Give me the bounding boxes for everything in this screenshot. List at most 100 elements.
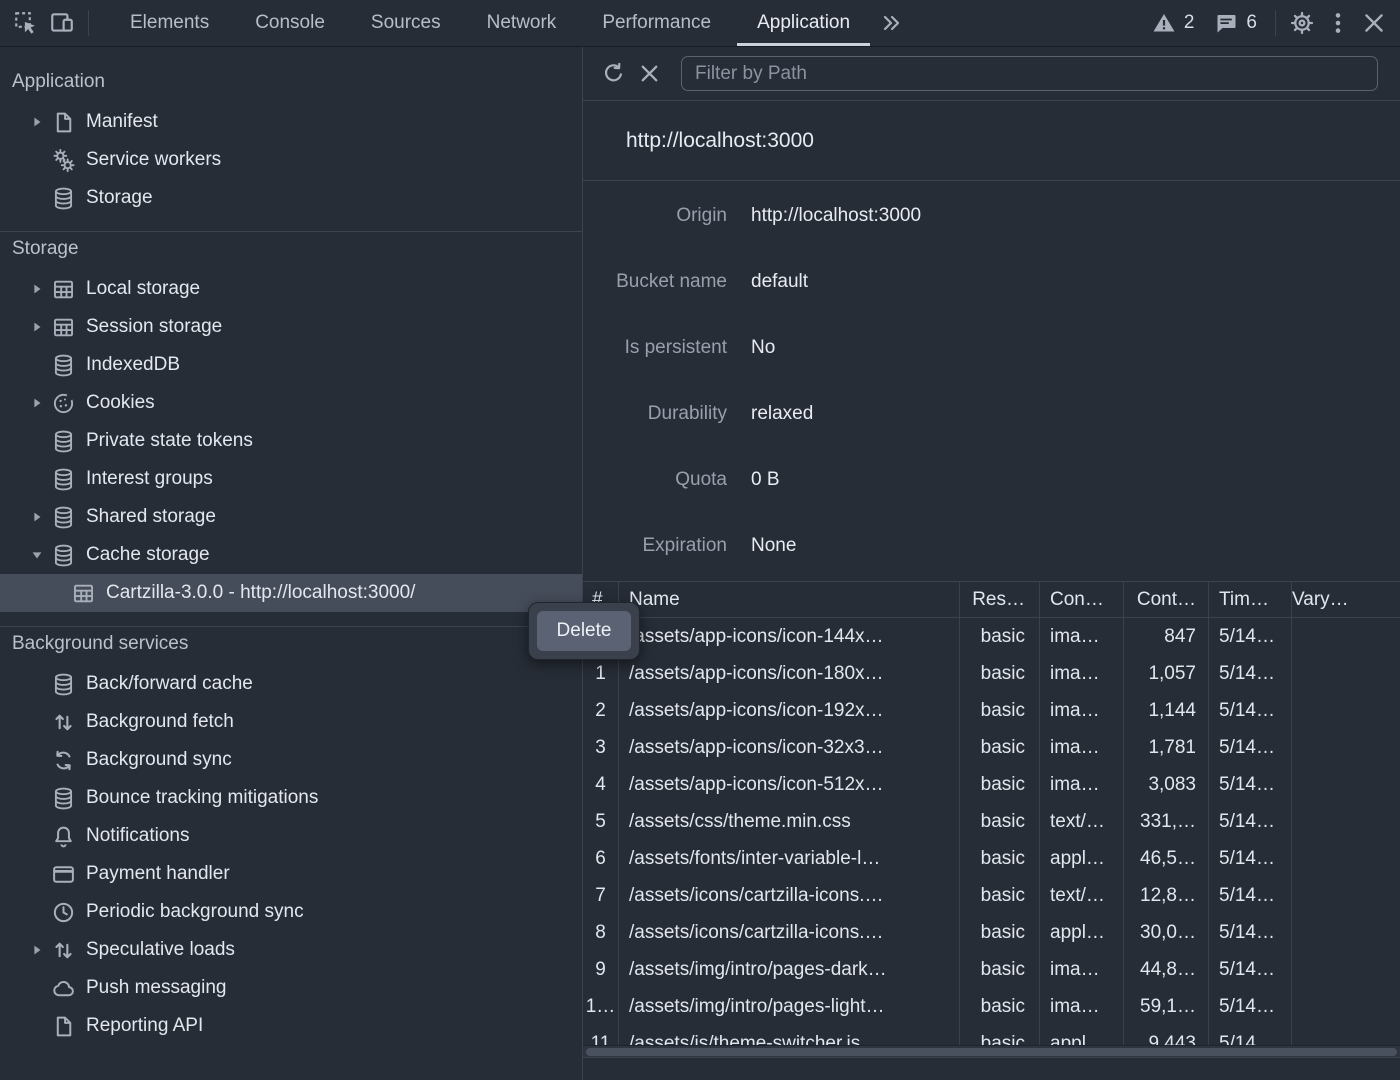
indent-spacer <box>24 422 50 460</box>
table-row[interactable]: 9/assets/img/intro/pages-dark…basicima…4… <box>583 951 1400 988</box>
clear-filter-icon[interactable] <box>631 56 667 92</box>
detail-row-quota: Quota0 B <box>583 447 1400 513</box>
sidebar-item-label: Cartzilla-3.0.0 - http://localhost:3000/ <box>106 582 415 604</box>
more-menu-icon[interactable] <box>1320 5 1356 41</box>
table-row[interactable]: 1/assets/app-icons/icon-180x…basicima…1,… <box>583 655 1400 692</box>
column-header-vary[interactable]: Vary… <box>1292 582 1400 617</box>
messages-badge[interactable]: 6 <box>1204 11 1267 35</box>
sidebar-item-label: Bounce tracking mitigations <box>86 787 318 809</box>
section-title-application: Application <box>0 65 582 103</box>
column-header-res[interactable]: Res… <box>960 582 1040 617</box>
message-count: 6 <box>1246 12 1257 34</box>
sidebar-item-service-workers[interactable]: Service workers <box>0 141 582 179</box>
sidebar-item-manifest[interactable]: Manifest <box>0 103 582 141</box>
close-icon[interactable] <box>1356 5 1392 41</box>
sidebar-item-shared-storage[interactable]: Shared storage <box>0 498 582 536</box>
column-header-tim[interactable]: Tim… <box>1209 582 1292 617</box>
settings-gear-icon[interactable] <box>1284 5 1320 41</box>
cell-res: basic <box>960 951 1040 988</box>
indent-spacer <box>44 574 70 612</box>
refresh-icon[interactable] <box>595 56 631 92</box>
cell-tim: 5/14… <box>1209 803 1292 840</box>
table-row[interactable]: 5/assets/css/theme.min.cssbasictext/…331… <box>583 803 1400 840</box>
chevron-down-icon[interactable] <box>24 536 50 574</box>
tab-console[interactable]: Console <box>232 0 348 46</box>
horizontal-scrollbar[interactable] <box>583 1045 1400 1057</box>
sidebar-item-label: Background fetch <box>86 711 234 733</box>
tab-sources[interactable]: Sources <box>348 0 464 46</box>
sidebar-item-periodic-background-sync[interactable]: Periodic background sync <box>0 893 582 931</box>
more-tabs-icon[interactable] <box>873 5 909 41</box>
sidebar-item-back-forward-cache[interactable]: Back/forward cache <box>0 665 582 703</box>
warnings-badge[interactable]: 2 <box>1142 11 1205 35</box>
tab-application[interactable]: Application <box>734 0 873 46</box>
sidebar-item-private-state-tokens[interactable]: Private state tokens <box>0 422 582 460</box>
table-row[interactable]: 3/assets/app-icons/icon-32x3…basicima…1,… <box>583 729 1400 766</box>
cell-num: 9 <box>583 951 619 988</box>
origin-title: http://localhost:3000 <box>583 101 1400 181</box>
sidebar-item-payment-handler[interactable]: Payment handler <box>0 855 582 893</box>
sidebar-item-bounce-tracking-mitigations[interactable]: Bounce tracking mitigations <box>0 779 582 817</box>
sidebar-item-local-storage[interactable]: Local storage <box>0 270 582 308</box>
sidebar-item-cartzilla-3-0-0-http-localhost-3000[interactable]: Cartzilla-3.0.0 - http://localhost:3000/ <box>0 574 582 612</box>
tab-elements[interactable]: Elements <box>107 0 232 46</box>
cell-res: basic <box>960 729 1040 766</box>
detail-row-bucket-name: Bucket namedefault <box>583 249 1400 315</box>
cell-name: /assets/app-icons/icon-144x… <box>619 618 960 655</box>
sidebar-item-storage[interactable]: Storage <box>0 179 582 217</box>
cell-vary <box>1292 692 1400 729</box>
bell-icon <box>50 823 76 849</box>
chevron-right-icon[interactable] <box>24 498 50 536</box>
context-menu-item-delete[interactable]: Delete <box>537 611 631 651</box>
tab-performance[interactable]: Performance <box>579 0 734 46</box>
sidebar-item-indexeddb[interactable]: IndexedDB <box>0 346 582 384</box>
cell-con: text/… <box>1040 877 1124 914</box>
indent-spacer <box>24 741 50 779</box>
sidebar-item-push-messaging[interactable]: Push messaging <box>0 969 582 1007</box>
sidebar-item-notifications[interactable]: Notifications <box>0 817 582 855</box>
devtools-window: ElementsConsoleSourcesNetworkPerformance… <box>0 0 1400 1080</box>
column-header-cont[interactable]: Cont… <box>1124 582 1209 617</box>
cell-tim: 5/14… <box>1209 988 1292 1025</box>
sidebar-item-reporting-api[interactable]: Reporting API <box>0 1007 582 1045</box>
inspect-element-icon[interactable] <box>8 5 44 41</box>
sidebar-item-cache-storage[interactable]: Cache storage <box>0 536 582 574</box>
table-row[interactable]: 2/assets/app-icons/icon-192x…basicima…1,… <box>583 692 1400 729</box>
detail-row-durability: Durabilityrelaxed <box>583 381 1400 447</box>
tab-network[interactable]: Network <box>464 0 580 46</box>
table-row[interactable]: 4/assets/app-icons/icon-512x…basicima…3,… <box>583 766 1400 803</box>
cell-tim: 5/14… <box>1209 766 1292 803</box>
device-toolbar-icon[interactable] <box>44 5 80 41</box>
sidebar-item-label: Cookies <box>86 392 155 414</box>
table-row[interactable]: 0/assets/app-icons/icon-144x…basicima…84… <box>583 618 1400 655</box>
chevron-right-icon[interactable] <box>24 270 50 308</box>
cell-con: appl… <box>1040 1025 1124 1045</box>
table-row[interactable]: 11/assets/js/theme-switcher.jsbasicappl…… <box>583 1025 1400 1045</box>
sidebar-item-session-storage[interactable]: Session storage <box>0 308 582 346</box>
indent-spacer <box>24 179 50 217</box>
table-row[interactable]: 7/assets/icons/cartzilla-icons.…basictex… <box>583 877 1400 914</box>
detail-value: relaxed <box>751 403 1400 425</box>
cell-tim: 5/14… <box>1209 840 1292 877</box>
chevron-right-icon[interactable] <box>24 103 50 141</box>
cell-num: 3 <box>583 729 619 766</box>
chevron-right-icon[interactable] <box>24 384 50 422</box>
sidebar-item-cookies[interactable]: Cookies <box>0 384 582 422</box>
sidebar-section-background-services: Background servicesBack/forward cacheBac… <box>0 627 582 1045</box>
filter-by-path-input[interactable] <box>681 56 1378 91</box>
column-header-con[interactable]: Con… <box>1040 582 1124 617</box>
table-row[interactable]: 1…/assets/img/intro/pages-light…basicima… <box>583 988 1400 1025</box>
column-header-name[interactable]: Name <box>619 582 960 617</box>
chevron-right-icon[interactable] <box>24 931 50 969</box>
toolbar-right-group: 2 6 <box>1142 5 1400 41</box>
sidebar-item-speculative-loads[interactable]: Speculative loads <box>0 931 582 969</box>
chevron-right-icon[interactable] <box>24 308 50 346</box>
table-row[interactable]: 8/assets/icons/cartzilla-icons.…basicapp… <box>583 914 1400 951</box>
scrollbar-thumb[interactable] <box>586 1048 1397 1056</box>
sidebar-item-background-fetch[interactable]: Background fetch <box>0 703 582 741</box>
sidebar-item-interest-groups[interactable]: Interest groups <box>0 460 582 498</box>
table-row[interactable]: 6/assets/fonts/inter-variable-l…basicapp… <box>583 840 1400 877</box>
sidebar-item-background-sync[interactable]: Background sync <box>0 741 582 779</box>
sidebar-item-label: Periodic background sync <box>86 901 304 923</box>
main-split: ApplicationManifestService workersStorag… <box>0 47 1400 1080</box>
